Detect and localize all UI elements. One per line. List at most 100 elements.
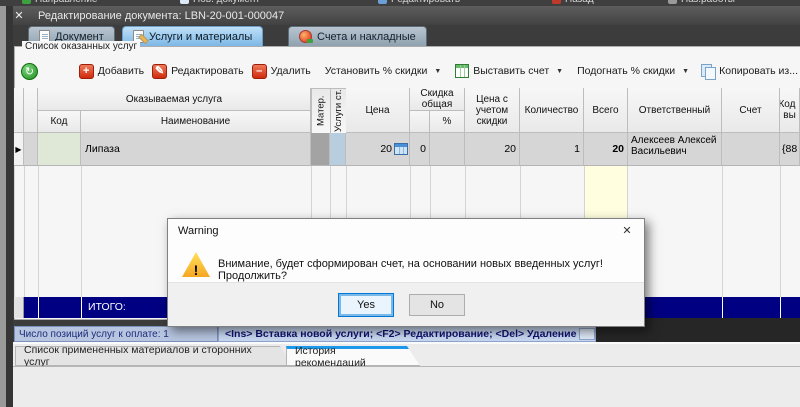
cell-code-clipped[interactable]: {88	[780, 133, 800, 166]
col-discount-abs[interactable]	[410, 111, 430, 133]
current-row-marker: ▶	[15, 145, 21, 154]
bg-toolbar-item[interactable]: Нов. документ	[180, 0, 260, 5]
issue-invoice-button[interactable]: Выставить счет▼	[455, 64, 563, 78]
cell-price[interactable]: 20	[346, 133, 410, 166]
warning-triangle-icon: !	[182, 252, 210, 277]
add-icon: +	[79, 64, 94, 79]
tab-services-materials[interactable]: Услуги и материалы	[122, 26, 263, 46]
col-total[interactable]: Всего	[584, 88, 628, 133]
cell-total[interactable]: 20	[584, 133, 628, 166]
bg-toolbar-item[interactable]: Назад	[552, 0, 594, 5]
refresh-icon: ↻	[21, 63, 38, 80]
copy-from-button[interactable]: Копировать из...	[701, 64, 798, 78]
chevron-down-icon[interactable]: ▼	[434, 68, 441, 75]
col-price[interactable]: Цена	[346, 88, 410, 133]
delete-label: Удалить	[271, 65, 311, 77]
col-code[interactable]: Код	[38, 111, 81, 133]
col-services-st[interactable]: Услуги ст.	[330, 88, 346, 133]
cell-invoice[interactable]	[722, 133, 780, 166]
dialog-message: Внимание, будет сформирован счет, на осн…	[218, 258, 640, 282]
grid-line	[81, 166, 82, 297]
invoices-icon	[299, 30, 312, 43]
col-code-clipped[interactable]: Код вы	[780, 88, 800, 133]
edit-icon	[378, 0, 387, 4]
cell-services-st[interactable]	[330, 133, 346, 166]
tab-recommendation-history[interactable]: История рекомендаций	[286, 346, 420, 366]
bg-toolbar-item[interactable]: Наз.работы	[668, 0, 735, 5]
tab-label: Список примененных материалов и сторонни…	[24, 344, 278, 368]
chevron-down-icon[interactable]: ▼	[682, 68, 689, 75]
totals-separator	[38, 297, 39, 318]
tab-label: Счета и накладные	[317, 31, 416, 43]
cell-price-with-discount[interactable]: 20	[465, 133, 520, 166]
hotkeys-hint-bar: <Ins> Вставка новой услуги; <F2> Редакти…	[218, 326, 596, 342]
col-invoice[interactable]: Счет	[722, 88, 780, 133]
edit-icon: ✎	[152, 64, 167, 79]
col-discount-group[interactable]: Скидка общая	[410, 88, 465, 111]
bg-toolbar-label: Наз.работы	[681, 0, 735, 5]
col-discount-percent[interactable]: %	[430, 111, 465, 133]
cell-material[interactable]	[311, 133, 330, 166]
tab-invoices[interactable]: Счета и накладные	[288, 26, 427, 46]
cell-discount-percent[interactable]	[430, 133, 465, 166]
invoice-grid-icon	[455, 64, 469, 78]
grid-line	[24, 166, 25, 297]
col-material[interactable]: Матер.	[311, 88, 330, 133]
dialog-close-icon[interactable]: ✕	[620, 224, 634, 238]
col-price-with-discount[interactable]: Цена с учетом скидки	[465, 88, 520, 133]
window-titlebar: ✕ Редактирование документа: LBN-20-001-0…	[6, 6, 800, 25]
chevron-down-icon[interactable]: ▼	[556, 68, 563, 75]
edit-label: Редактировать	[171, 65, 244, 77]
cell-name[interactable]: Липаза	[81, 133, 311, 166]
bg-toolbar-item[interactable]: Направление	[22, 0, 97, 5]
dialog-title: Warning	[168, 219, 644, 243]
background-app-toolbar: Направление Нов. документ Редактировать …	[0, 0, 800, 6]
yes-button[interactable]: Yes	[339, 294, 393, 316]
edit-button[interactable]: ✎ Редактировать	[152, 64, 244, 79]
col-quantity[interactable]: Количество	[520, 88, 584, 133]
new-document-icon	[180, 0, 189, 4]
cell-code[interactable]	[38, 133, 81, 166]
services-toolbar: ↻ + Добавить ✎ Редактировать –Удалить Уста…	[16, 56, 798, 86]
blank-header	[24, 88, 38, 133]
delete-button[interactable]: –Удалить	[252, 64, 311, 79]
grid-line	[780, 166, 781, 297]
groupbox-title: Список оказанных услуг	[22, 41, 140, 52]
bg-toolbar-item[interactable]: Редактировать	[378, 0, 460, 5]
fit-discount-button[interactable]: Подогнать % скидки▼	[577, 65, 689, 77]
grid-line	[14, 166, 15, 297]
positions-count-status: Число позиций услуг к оплате: 1	[14, 326, 218, 342]
refresh-button[interactable]: ↻	[21, 63, 38, 80]
cell-discount-abs[interactable]: 0	[410, 133, 430, 166]
grid-line	[722, 166, 723, 297]
work-assign-icon	[668, 0, 677, 4]
warning-dialog: Warning ✕ ! Внимание, будет сформирован …	[167, 218, 645, 327]
close-icon[interactable]: ✕	[12, 9, 26, 23]
totals-indicator-cell	[14, 297, 24, 318]
tab-applied-materials[interactable]: Список примененных материалов и сторонни…	[15, 346, 293, 366]
set-discount-label: Установить % скидки	[325, 65, 428, 77]
set-discount-button[interactable]: Установить % скидки ▼	[325, 65, 442, 77]
copy-from-label: Копировать из...	[719, 65, 798, 77]
add-label: Добавить	[98, 65, 144, 77]
cell-quantity[interactable]: 1	[520, 133, 584, 166]
totals-separator	[81, 297, 82, 318]
totals-separator	[780, 297, 781, 318]
back-icon	[552, 0, 561, 4]
add-button[interactable]: + Добавить	[79, 64, 144, 79]
cell-responsible[interactable]: Алексеев Алексей Васильевич	[628, 133, 722, 166]
no-button[interactable]: No	[409, 294, 465, 316]
cell-blank[interactable]	[24, 133, 38, 166]
price-editor-icon[interactable]	[394, 143, 408, 155]
window-left-border	[6, 6, 13, 407]
col-responsible[interactable]: Ответственный	[628, 88, 722, 133]
dialog-button-strip	[168, 282, 644, 326]
bg-toolbar-label: Направление	[35, 0, 97, 5]
delete-icon: –	[252, 64, 267, 79]
col-service-group[interactable]: Оказываемая услуга	[38, 88, 311, 111]
col-name[interactable]: Наименование	[81, 111, 311, 133]
tab-label: История рекомендаций	[295, 345, 405, 369]
grid-line	[38, 166, 39, 297]
bg-toolbar-label: Редактировать	[391, 0, 460, 5]
bg-toolbar-label: Назад	[565, 0, 594, 5]
